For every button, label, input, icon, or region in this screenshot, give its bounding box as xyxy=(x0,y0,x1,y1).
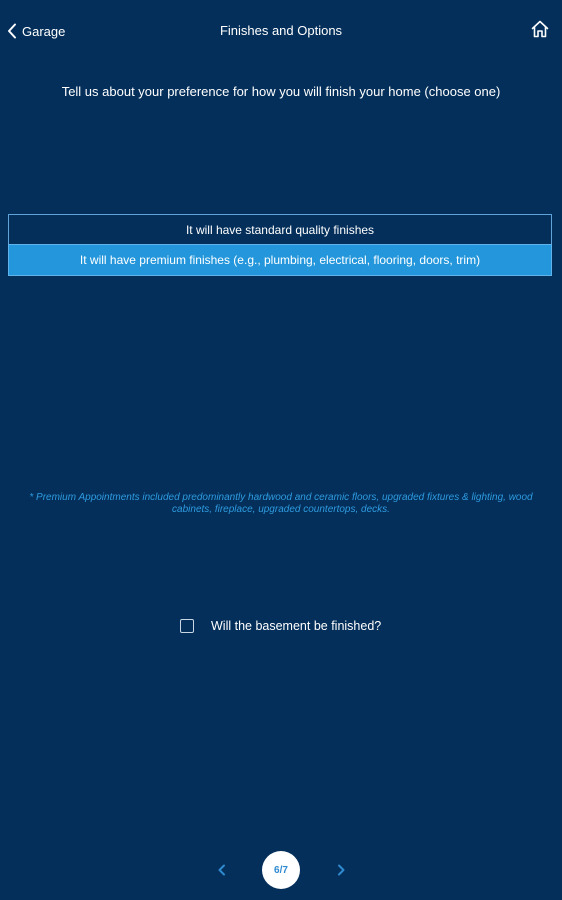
question-prompt: Tell us about your preference for how yo… xyxy=(61,84,501,99)
app-header: Garage Finishes and Options xyxy=(0,0,562,62)
option-standard-finishes[interactable]: It will have standard quality finishes xyxy=(8,214,552,245)
basement-finished-label: Will the basement be finished? xyxy=(211,619,382,633)
page-title: Finishes and Options xyxy=(219,23,343,38)
previous-page-button[interactable] xyxy=(214,862,230,878)
home-button[interactable] xyxy=(531,20,551,40)
basement-finished-checkbox[interactable] xyxy=(180,619,194,633)
option-premium-finishes[interactable]: It will have premium finishes (e.g., plu… xyxy=(8,244,552,276)
page-indicator: 6/7 xyxy=(262,851,300,889)
premium-footnote: * Premium Appointments included predomin… xyxy=(29,492,533,515)
chevron-left-icon xyxy=(218,864,225,876)
chevron-right-icon xyxy=(338,864,345,876)
option-label: It will have standard quality finishes xyxy=(185,222,375,237)
basement-finished-row[interactable]: Will the basement be finished? xyxy=(180,616,381,636)
next-page-button[interactable] xyxy=(333,862,349,878)
option-label: It will have premium finishes (e.g., plu… xyxy=(79,253,481,267)
home-icon xyxy=(531,20,549,38)
